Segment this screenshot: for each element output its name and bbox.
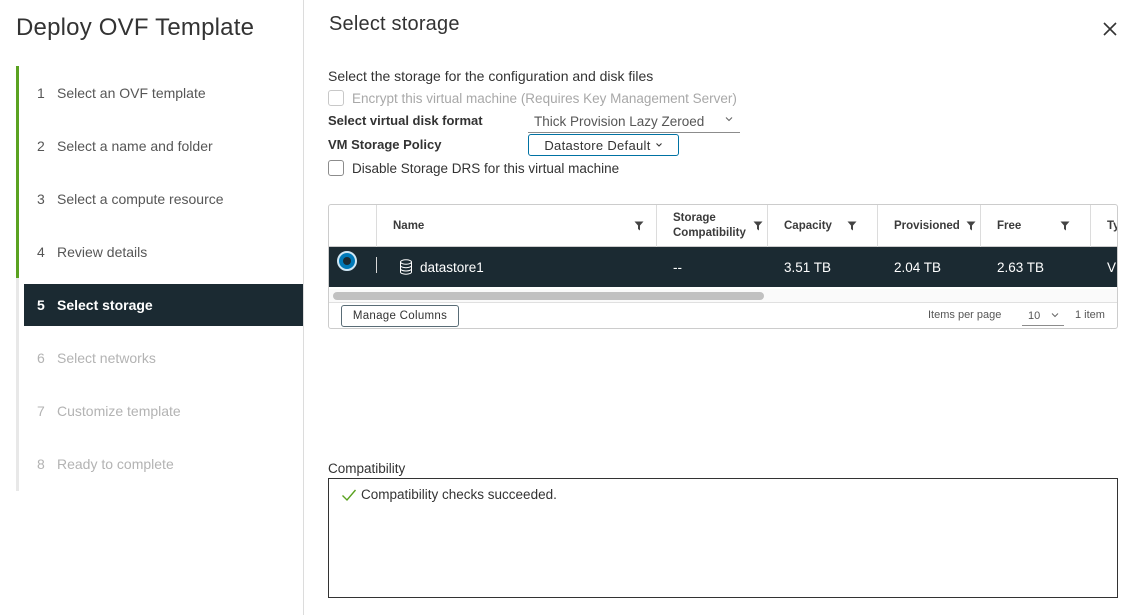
encrypt-vm-checkbox bbox=[328, 90, 344, 106]
step-label: Select a name and folder bbox=[57, 138, 213, 154]
datastore-grid: Name Storage Compatibility Capacity Prov… bbox=[328, 204, 1118, 329]
encrypt-vm-label: Encrypt this virtual machine (Requires K… bbox=[352, 90, 737, 106]
column-label-line: Storage bbox=[673, 212, 716, 224]
column-header-free[interactable]: Free bbox=[981, 205, 1091, 247]
column-label: Ty bbox=[1107, 219, 1117, 232]
datastore-name: datastore1 bbox=[420, 259, 484, 275]
chevron-down-icon bbox=[725, 117, 733, 122]
step-number: 7 bbox=[37, 403, 45, 419]
compatibility-panel: Compatibility checks succeeded. bbox=[328, 478, 1118, 598]
item-count: 1 item bbox=[1075, 309, 1105, 321]
manage-columns-button[interactable]: Manage Columns bbox=[341, 305, 459, 327]
wizard-title: Deploy OVF Template bbox=[16, 14, 255, 41]
compatibility-label: Compatibility bbox=[328, 461, 406, 476]
scrollbar-thumb[interactable] bbox=[333, 292, 764, 300]
items-per-page-value: 10 bbox=[1028, 310, 1041, 322]
compatibility-message: Compatibility checks succeeded. bbox=[341, 487, 557, 502]
step-number: 8 bbox=[37, 456, 45, 472]
column-label: Provisioned bbox=[894, 219, 960, 232]
close-icon[interactable] bbox=[1101, 20, 1119, 38]
column-header-name[interactable]: Name bbox=[377, 205, 657, 247]
column-label: Free bbox=[997, 219, 1022, 232]
provisioned-cell: 2.04 TB bbox=[894, 259, 942, 275]
step-label: Select a compute resource bbox=[57, 191, 224, 207]
compatibility-message-text: Compatibility checks succeeded. bbox=[361, 487, 557, 502]
storage-policy-dropdown[interactable]: Datastore Default bbox=[528, 134, 679, 156]
table-row[interactable]: datastore1 -- 3.51 TB 2.04 TB 2.63 TB V bbox=[329, 247, 1117, 287]
step-select-storage[interactable]: 5 Select storage bbox=[24, 284, 303, 326]
step-number: 2 bbox=[37, 138, 45, 154]
step-label: Ready to complete bbox=[57, 456, 174, 472]
step-select-name-folder[interactable]: 2 Select a name and folder bbox=[24, 125, 303, 167]
column-label: Capacity bbox=[784, 219, 832, 232]
step-number: 6 bbox=[37, 350, 45, 366]
horizontal-scrollbar[interactable] bbox=[329, 289, 1117, 303]
step-number: 4 bbox=[37, 244, 45, 260]
step-label: Review details bbox=[57, 244, 148, 260]
step-number: 1 bbox=[37, 85, 45, 101]
column-header-provisioned[interactable]: Provisioned bbox=[878, 205, 981, 247]
column-label: Name bbox=[393, 219, 425, 232]
step-select-ovf-template[interactable]: 1 Select an OVF template bbox=[24, 72, 303, 114]
filter-icon[interactable] bbox=[634, 221, 644, 231]
step-label: Select storage bbox=[57, 297, 153, 313]
filter-icon[interactable] bbox=[966, 221, 976, 231]
type-cell: V bbox=[1107, 259, 1117, 275]
filter-icon[interactable] bbox=[753, 221, 763, 231]
step-number: 5 bbox=[37, 297, 45, 313]
select-column-header bbox=[329, 205, 377, 247]
chevron-down-icon bbox=[1051, 313, 1059, 318]
filter-icon[interactable] bbox=[1060, 221, 1070, 231]
row-divider bbox=[376, 257, 377, 273]
storage-description: Select the storage for the configuration… bbox=[328, 68, 654, 84]
column-label: Storage Compatibility bbox=[673, 211, 746, 241]
step-customize-template: 7 Customize template bbox=[24, 390, 303, 432]
compatibility-cell: -- bbox=[673, 259, 682, 275]
check-icon bbox=[342, 489, 357, 501]
disk-format-select[interactable]: Thick Provision Lazy Zeroed bbox=[528, 110, 740, 133]
disk-format-label: Select virtual disk format bbox=[328, 113, 483, 128]
page-title: Select storage bbox=[329, 13, 460, 35]
storage-policy-value: Datastore Default bbox=[544, 137, 651, 153]
storage-policy-label: VM Storage Policy bbox=[328, 137, 442, 152]
items-per-page-label: Items per page bbox=[928, 309, 1002, 321]
radio-dot bbox=[343, 257, 351, 265]
column-label-line: Compatibility bbox=[673, 227, 746, 239]
capacity-cell: 3.51 TB bbox=[784, 259, 832, 275]
step-label: Customize template bbox=[57, 403, 181, 419]
free-cell: 2.63 TB bbox=[997, 259, 1045, 275]
wizard-sidebar: Deploy OVF Template 1 Select an OVF temp… bbox=[0, 0, 304, 615]
step-select-networks: 6 Select networks bbox=[24, 337, 303, 379]
items-per-page-select[interactable]: 10 bbox=[1022, 307, 1064, 326]
encrypt-vm-option: Encrypt this virtual machine (Requires K… bbox=[328, 90, 737, 106]
grid-header: Name Storage Compatibility Capacity Prov… bbox=[329, 205, 1117, 247]
disable-drs-checkbox[interactable] bbox=[328, 160, 344, 176]
datastore-icon bbox=[400, 259, 412, 275]
column-header-type[interactable]: Ty bbox=[1091, 205, 1117, 247]
column-header-capacity[interactable]: Capacity bbox=[768, 205, 878, 247]
disk-format-value: Thick Provision Lazy Zeroed bbox=[534, 113, 705, 129]
filter-icon[interactable] bbox=[847, 221, 857, 231]
grid-footer: Manage Columns Items per page 10 1 item bbox=[329, 303, 1117, 328]
disable-drs-label: Disable Storage DRS for this virtual mac… bbox=[352, 160, 620, 176]
step-label: Select networks bbox=[57, 350, 156, 366]
step-review-details[interactable]: 4 Review details bbox=[24, 231, 303, 273]
step-select-compute-resource[interactable]: 3 Select a compute resource bbox=[24, 178, 303, 220]
step-progress-completed bbox=[16, 66, 19, 278]
row-select-radio[interactable] bbox=[337, 251, 357, 271]
step-ready-to-complete: 8 Ready to complete bbox=[24, 443, 303, 485]
disable-drs-option[interactable]: Disable Storage DRS for this virtual mac… bbox=[328, 160, 619, 176]
step-number: 3 bbox=[37, 191, 45, 207]
step-label: Select an OVF template bbox=[57, 85, 206, 101]
step-progress-line bbox=[16, 66, 19, 491]
column-header-storage-compatibility[interactable]: Storage Compatibility bbox=[657, 205, 768, 247]
chevron-down-icon bbox=[655, 143, 662, 147]
datastore-name-cell: datastore1 bbox=[399, 247, 484, 287]
